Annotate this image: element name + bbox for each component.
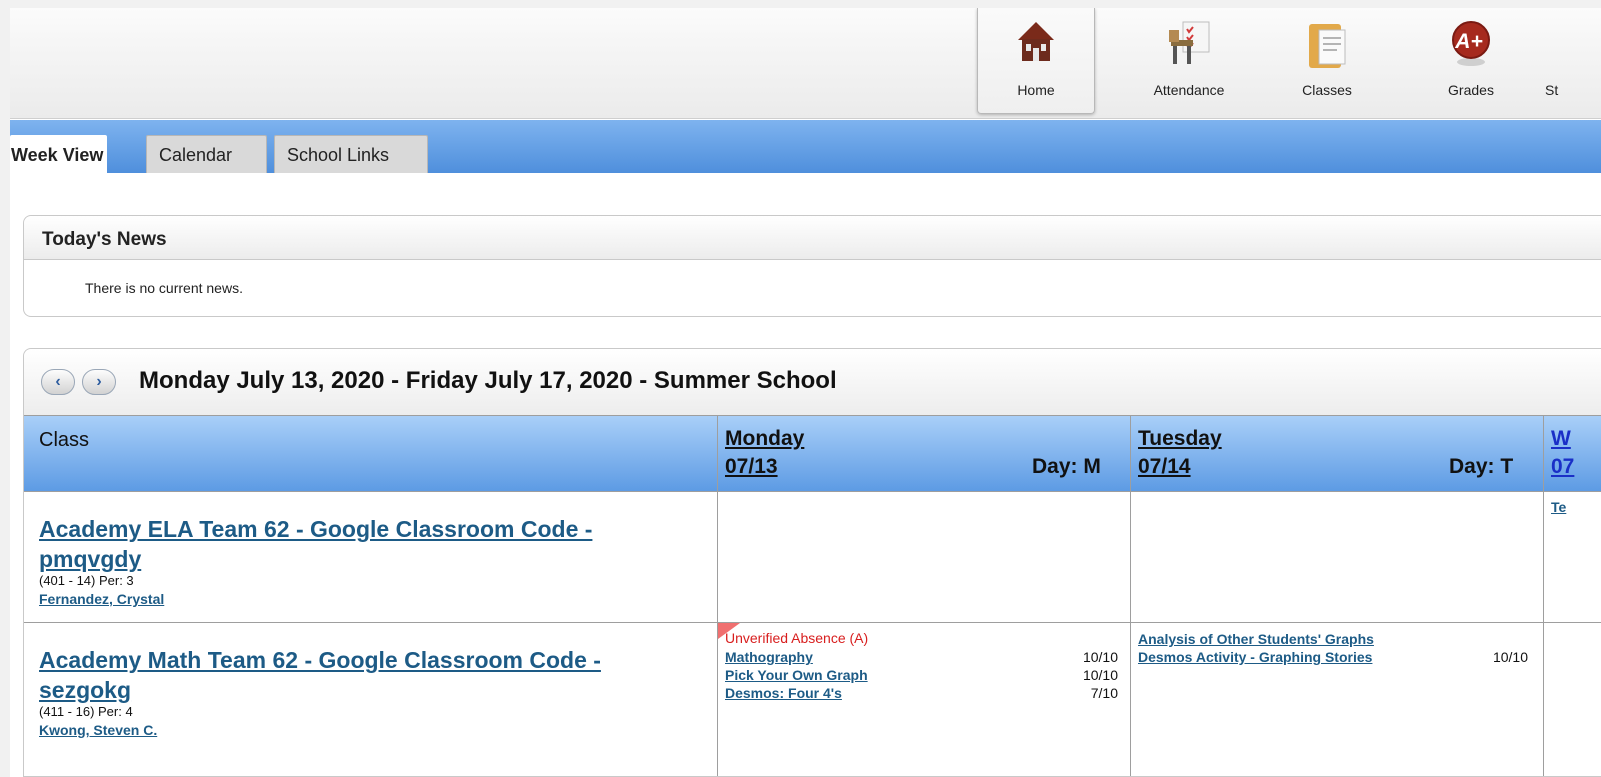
grades-badge-text: A+ bbox=[1454, 30, 1482, 53]
nav-grades-label: Grades bbox=[1448, 82, 1494, 98]
assignment-score: 10/10 bbox=[1492, 649, 1528, 665]
page: Home Attendance Classes A+ Grades St Wee… bbox=[10, 8, 1601, 777]
week-title-bar: ‹ › Monday July 13, 2020 - Friday July 1… bbox=[24, 349, 1601, 415]
grid-line bbox=[24, 622, 1601, 623]
week-range-title: Monday July 13, 2020 - Friday July 17, 2… bbox=[139, 367, 837, 394]
class-column-header: Class bbox=[39, 429, 90, 451]
class-meta-math: (411 - 16) Per: 4 bbox=[39, 704, 133, 719]
news-title: Today's News bbox=[24, 216, 1601, 260]
class-title-line1: Academy ELA Team 62 - Google Classroom C… bbox=[39, 516, 593, 542]
wednesday-assignment-link[interactable]: Te bbox=[1551, 499, 1566, 515]
teacher-link-math[interactable]: Kwong, Steven C. bbox=[39, 722, 157, 738]
tab-bar: Week View Calendar School Links bbox=[10, 120, 1601, 173]
nav-home[interactable]: Home bbox=[977, 8, 1095, 114]
assignment-score: 10/10 bbox=[1082, 649, 1118, 665]
nav-classes-label: Classes bbox=[1302, 82, 1352, 98]
nav-student[interactable]: St bbox=[1535, 8, 1601, 114]
schedule-header-row bbox=[24, 416, 1601, 491]
monday-date-link[interactable]: 07/13 bbox=[725, 455, 778, 479]
grid-line bbox=[717, 416, 718, 776]
class-title-line1: Academy Math Team 62 - Google Classroom … bbox=[39, 647, 601, 673]
chevron-right-icon: › bbox=[96, 373, 102, 390]
assignment-link[interactable]: Desmos Activity - Graphing Stories bbox=[1138, 649, 1372, 665]
absence-status: Unverified Absence (A) bbox=[725, 630, 869, 646]
tuesday-header-link[interactable]: Tuesday bbox=[1138, 427, 1222, 451]
tab-calendar[interactable]: Calendar bbox=[146, 135, 267, 173]
class-link-ela[interactable]: Academy ELA Team 62 - Google Classroom C… bbox=[39, 514, 592, 574]
class-title-line2: pmqvgdy bbox=[39, 546, 142, 572]
grades-icon: A+ bbox=[1449, 20, 1493, 73]
teacher-link-ela[interactable]: Fernandez, Crystal bbox=[39, 591, 164, 607]
grid-line bbox=[1130, 416, 1131, 776]
wednesday-header-link[interactable]: W bbox=[1551, 427, 1571, 451]
classes-icon bbox=[1305, 20, 1349, 77]
monday-header-link[interactable]: Monday bbox=[725, 427, 804, 451]
assignment-link[interactable]: Pick Your Own Graph bbox=[725, 667, 868, 683]
top-nav: Home Attendance Classes A+ Grades St bbox=[10, 8, 1601, 119]
week-panel: ‹ › Monday July 13, 2020 - Friday July 1… bbox=[23, 348, 1601, 777]
monday-day-letter: Day: M bbox=[1032, 455, 1101, 478]
nav-student-label: St bbox=[1545, 82, 1559, 98]
tab-school-links[interactable]: School Links bbox=[274, 135, 428, 173]
home-icon bbox=[1016, 20, 1056, 69]
news-panel: Today's News There is no current news. bbox=[23, 215, 1601, 317]
nav-home-label: Home bbox=[1017, 82, 1055, 98]
assignment-link[interactable]: Mathography bbox=[725, 649, 813, 665]
nav-attendance[interactable]: Attendance bbox=[1130, 8, 1248, 114]
grid-line bbox=[24, 415, 1601, 416]
assignment-link[interactable]: Desmos: Four 4's bbox=[725, 685, 842, 701]
app-window: Home Attendance Classes A+ Grades St Wee… bbox=[0, 0, 1601, 777]
tab-week-view[interactable]: Week View bbox=[10, 135, 108, 173]
next-week-button[interactable]: › bbox=[82, 369, 116, 395]
chevron-left-icon: ‹ bbox=[55, 373, 61, 390]
grid-line bbox=[24, 491, 1601, 492]
nav-grades[interactable]: A+ Grades bbox=[1412, 8, 1530, 114]
prev-week-button[interactable]: ‹ bbox=[41, 369, 75, 395]
assignment-score: 10/10 bbox=[1082, 667, 1118, 683]
nav-classes[interactable]: Classes bbox=[1268, 8, 1386, 114]
attendance-icon bbox=[1167, 20, 1211, 73]
class-link-math[interactable]: Academy Math Team 62 - Google Classroom … bbox=[39, 645, 601, 705]
assignment-score: 7/10 bbox=[1090, 685, 1118, 701]
class-title-line2: sezgokg bbox=[39, 677, 132, 703]
tuesday-day-letter: Day: T bbox=[1449, 455, 1514, 478]
tuesday-date-link[interactable]: 07/14 bbox=[1138, 455, 1191, 479]
news-message: There is no current news. bbox=[85, 280, 243, 296]
assignment-link[interactable]: Analysis of Other Students' Graphs bbox=[1138, 631, 1374, 647]
grid-line bbox=[1543, 416, 1544, 776]
nav-attendance-label: Attendance bbox=[1153, 82, 1225, 98]
wednesday-date-link[interactable]: 07 bbox=[1551, 455, 1574, 479]
class-meta-ela: (401 - 14) Per: 3 bbox=[39, 573, 134, 588]
